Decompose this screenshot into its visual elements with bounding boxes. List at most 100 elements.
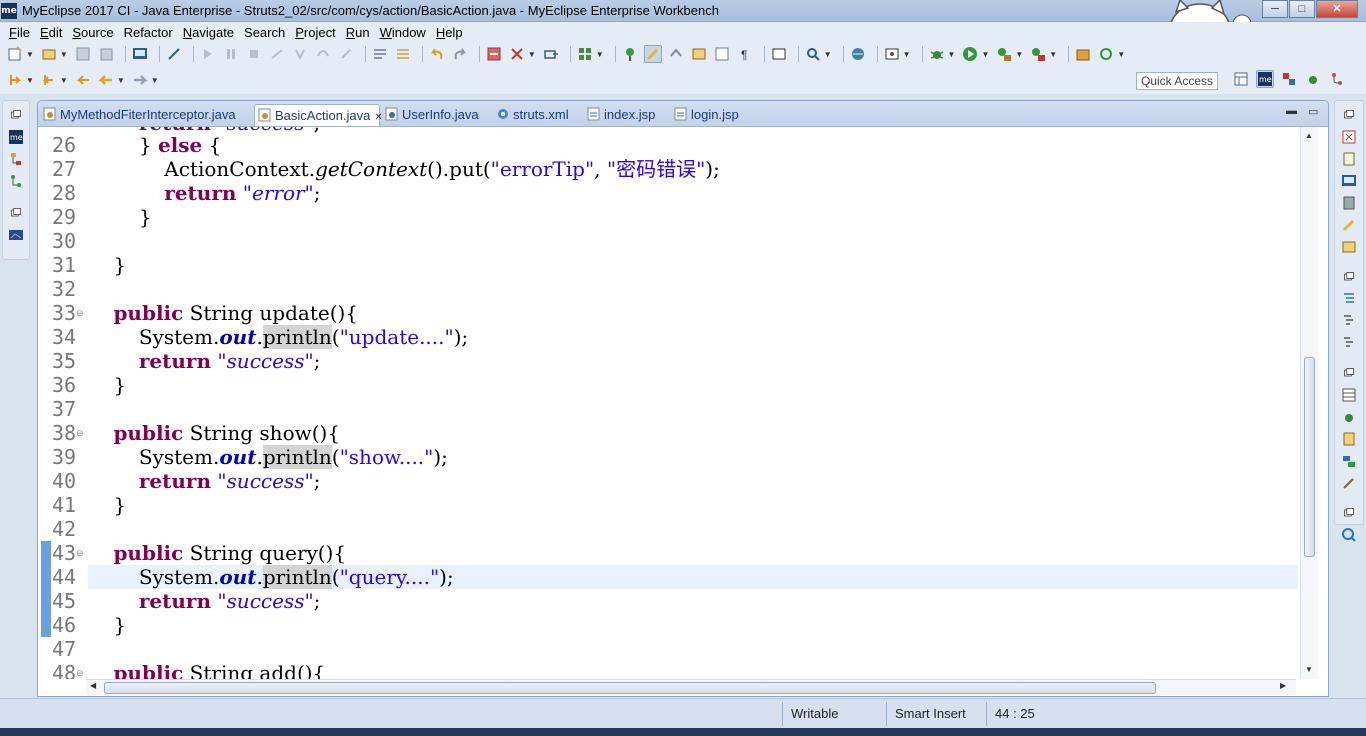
call-hierarchy-icon[interactable] [1341, 313, 1357, 329]
search-view-icon[interactable] [1341, 527, 1357, 543]
mark-occurrences-icon[interactable] [667, 45, 685, 63]
last-edit-icon[interactable] [74, 71, 92, 89]
menu-refactor[interactable]: Refactor [119, 25, 178, 40]
suspend-icon[interactable] [222, 45, 240, 63]
menu-navigate[interactable]: Navigate [178, 25, 239, 40]
console-icon[interactable] [1341, 173, 1357, 189]
show-whitespace-icon[interactable]: ¶ [736, 45, 754, 63]
minimize-button[interactable]: ─ [1262, 0, 1288, 18]
horizontal-scroll-thumb[interactable] [104, 682, 1156, 694]
undo-icon[interactable] [428, 45, 446, 63]
myeclipse-explorer-icon[interactable]: me [8, 129, 24, 145]
skip-breakpoints-icon[interactable] [165, 45, 183, 63]
fold-toggle-icon[interactable]: ⊖ [76, 308, 86, 318]
back-icon[interactable] [97, 71, 115, 89]
pencil-icon[interactable] [1341, 475, 1357, 491]
globe-icon[interactable] [849, 45, 867, 63]
search-icon[interactable] [804, 45, 822, 63]
menu-file[interactable]: File [4, 25, 35, 40]
new-icon[interactable] [6, 45, 24, 63]
save-icon[interactable] [74, 45, 92, 63]
restore-icon[interactable] [1341, 505, 1357, 521]
tasks-icon[interactable] [1341, 217, 1357, 233]
redo-icon[interactable] [451, 45, 469, 63]
highlight-icon[interactable] [643, 45, 662, 63]
datasource-icon[interactable] [1341, 453, 1357, 469]
console-icon[interactable] [131, 45, 149, 63]
snippets-icon[interactable] [1341, 431, 1357, 447]
tools-icon[interactable] [508, 45, 526, 63]
open-perspective-icon[interactable] [1232, 70, 1250, 88]
restore-icon[interactable] [8, 107, 24, 123]
outline-icon[interactable] [1341, 291, 1357, 307]
block-select-icon[interactable] [690, 45, 708, 63]
tab-mymethodfiterinterceptor[interactable]: MyMethodFiterInterceptor.java [40, 104, 236, 126]
open-type-icon[interactable] [542, 45, 560, 63]
minimize-editor-icon[interactable]: ▬ [1286, 105, 1297, 117]
run-config-icon[interactable] [995, 45, 1013, 63]
menu-help[interactable]: Help [431, 25, 468, 40]
javadoc-icon[interactable] [1341, 151, 1357, 167]
problems-icon[interactable] [1341, 129, 1357, 145]
quick-access-field[interactable]: Quick Access [1136, 72, 1218, 90]
restore-icon[interactable] [8, 205, 24, 221]
resume-icon[interactable] [199, 45, 217, 63]
step-over-icon[interactable] [314, 45, 332, 63]
format-icon[interactable] [371, 45, 389, 63]
tab-login-jsp[interactable]: login.jsp [671, 104, 739, 126]
java-perspective-icon[interactable] [1280, 70, 1298, 88]
menu-project[interactable]: Project [290, 25, 340, 40]
forward-icon[interactable] [131, 71, 149, 89]
pin-icon[interactable] [621, 45, 639, 63]
breadcrumb-icon[interactable] [713, 45, 731, 63]
git-perspective-icon[interactable] [1328, 70, 1346, 88]
grid-icon[interactable] [576, 45, 594, 63]
scroll-left-icon[interactable]: ◀ [90, 681, 96, 690]
properties-icon[interactable] [1341, 387, 1357, 403]
tab-index-jsp[interactable]: index.jsp [584, 104, 655, 126]
image-view-icon[interactable] [8, 227, 24, 243]
browser-icon[interactable] [883, 45, 901, 63]
step-return-icon[interactable] [337, 45, 355, 63]
step-into-icon[interactable] [291, 45, 309, 63]
type-hierarchy-icon[interactable] [8, 173, 24, 189]
new-project-icon[interactable] [40, 45, 58, 63]
next-annotation-icon[interactable] [6, 71, 24, 89]
restore-icon[interactable] [1341, 269, 1357, 285]
image-preview-icon[interactable] [1341, 239, 1357, 255]
tab-userinfo[interactable]: UserInfo.java [382, 104, 479, 126]
menu-run[interactable]: Run [341, 25, 375, 40]
maximize-editor-icon[interactable]: ▭ [1308, 105, 1318, 118]
menu-window[interactable]: Window [375, 25, 431, 40]
code-editor[interactable]: 26 27 28 29 30 31 32 33 34 35 36 37 38 3… [38, 127, 1298, 679]
tab-basicaction[interactable]: BasicAction.java ✕ [254, 104, 383, 126]
scroll-up-icon[interactable]: ▲ [1305, 131, 1313, 140]
scroll-right-icon[interactable]: ▶ [1280, 681, 1286, 690]
vertical-scroll-thumb[interactable] [1304, 357, 1315, 557]
deploy-icon[interactable] [485, 45, 503, 63]
menu-source[interactable]: Source [67, 25, 118, 40]
dots-grid-icon[interactable] [770, 45, 788, 63]
fold-toggle-icon[interactable]: ⊖ [76, 668, 86, 678]
debug-view-icon[interactable] [1341, 409, 1357, 425]
hierarchy-icon[interactable] [8, 151, 24, 167]
myeclipse-perspective-icon[interactable]: me [1256, 70, 1274, 88]
fold-toggle-icon[interactable]: ⊖ [76, 428, 86, 438]
tab-struts-xml[interactable]: struts.xml [493, 104, 569, 126]
terminate-icon[interactable] [245, 45, 263, 63]
maximize-button[interactable]: □ [1289, 0, 1315, 18]
refresh-icon[interactable] [1097, 45, 1115, 63]
debug-perspective-icon[interactable] [1304, 70, 1322, 88]
fold-toggle-icon[interactable]: ⊖ [76, 548, 86, 558]
structure-icon[interactable] [1341, 335, 1357, 351]
menu-edit[interactable]: Edit [35, 25, 67, 40]
menu-search[interactable]: Search [239, 25, 290, 40]
servers-icon[interactable] [1341, 195, 1357, 211]
prev-annotation-icon[interactable] [40, 71, 58, 89]
disconnect-icon[interactable] [268, 45, 286, 63]
horizontal-scrollbar[interactable]: ◀ ▶ [86, 679, 1296, 695]
toggle-mark-icon[interactable] [394, 45, 412, 63]
vertical-scrollbar[interactable]: ▲ ▼ [1300, 127, 1318, 679]
run-icon[interactable] [961, 45, 979, 63]
package-icon[interactable] [1074, 45, 1092, 63]
